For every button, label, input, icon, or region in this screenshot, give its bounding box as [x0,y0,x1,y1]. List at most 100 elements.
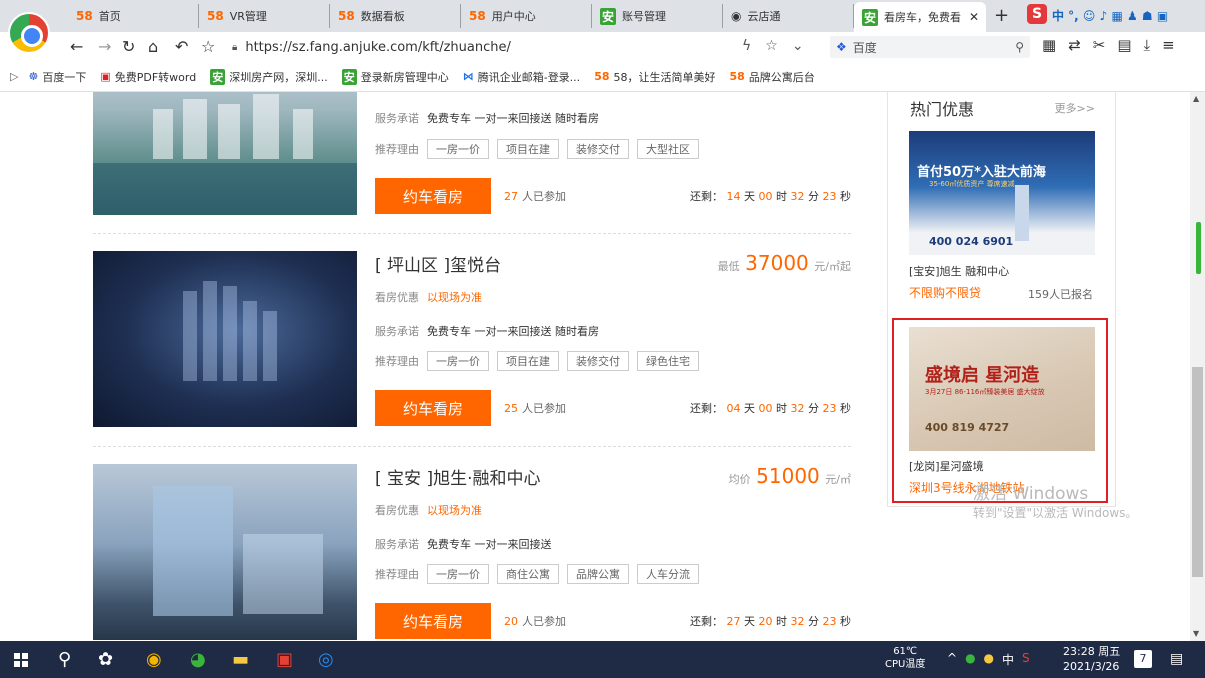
back-icon[interactable]: ← [70,37,83,56]
grid-icon[interactable]: ▦ [1042,36,1056,54]
app-icon[interactable]: ✿ [98,649,113,670]
property-image[interactable] [93,251,357,427]
browser-logo-icon[interactable] [8,12,50,54]
minute-unit: 分 [808,190,819,203]
bookmark-pdf[interactable]: ▣ 免费PDF转word [100,69,196,85]
action-center-icon[interactable]: ▤ [1170,651,1183,667]
scissors-icon[interactable]: ✂ [1093,36,1106,54]
bookmark-newhouse[interactable]: 安 登录新房管理中心 [341,68,449,85]
cpu-temperature: 61℃ CPU温度 [885,645,925,671]
extension-icons[interactable]: 中 °, ☺ ♪ ▦ ♟ ☗ ▣ [1052,7,1168,24]
tab-vr[interactable]: 58 VR管理 [199,4,330,28]
search-icon[interactable]: ⚲ [58,649,71,670]
forward-icon[interactable]: → [98,37,111,56]
reason-label: 推荐理由 [375,568,419,581]
remain-label: 还剩： [690,615,723,628]
pdf-icon[interactable]: ▤ [1117,36,1131,54]
bookmark-star-icon[interactable]: ☆ [765,38,778,54]
lock-icon: 🔒︎ [232,41,238,53]
book-car-button[interactable]: 约车看房 [375,178,491,214]
listing-title[interactable]: [ 宝安 ]旭生·融和中心 [375,464,540,489]
wechat-icon[interactable]: ◕ [190,649,206,670]
tab-accounts[interactable]: 安 账号管理 [592,4,723,28]
chevron-down-icon[interactable]: ⌄ [792,38,804,54]
notification-badge[interactable]: 7 [1134,650,1152,668]
days-value: 14 [726,190,741,203]
activate-windows-hint: 转到"设置"以激活 Windows。 [973,506,1138,520]
bookmark-tencent-mail[interactable]: ⋈ 腾讯企业邮箱-登录... [463,69,580,85]
tab-dashboard[interactable]: 58 数据看板 [330,4,461,28]
property-image[interactable] [93,92,357,215]
tencent-mail-icon: ⋈ [462,70,474,83]
seconds-value: 23 [822,190,837,203]
tab-user-center[interactable]: 58 用户中心 [461,4,592,28]
lightning-icon[interactable]: ϟ [742,38,751,54]
menu-icon[interactable]: ≡ [1162,36,1175,54]
listing-title[interactable]: [ 坪山区 ]玺悦台 [375,251,501,276]
property-image[interactable] [93,464,357,640]
address-bar[interactable]: 🔒︎ https://sz.fang.anjuke.com/kft/zhuanc… [232,36,822,58]
minutes-value: 32 [790,615,805,628]
bookmark-58[interactable]: 58 58，让生活简单美好 [594,69,715,85]
bookmark-szfang[interactable]: 安 深圳房产网，深圳... [210,68,328,85]
bookmark-label: 深圳房产网，深圳... [229,70,328,84]
bookmark-apartment[interactable]: 58 品牌公寓后台 [730,69,815,85]
book-car-button[interactable]: 约车看房 [375,603,491,639]
discount-text: 以现场为准 [427,291,482,304]
more-link[interactable]: 更多>> [1055,100,1095,116]
ime-indicator[interactable]: 中 [1002,651,1014,668]
translate-icon[interactable]: ⇄ [1068,36,1081,54]
scroll-up-icon[interactable]: ▲ [1193,94,1199,103]
ad-banner-ronghe[interactable]: 首付50万*入驻大前海 35-60㎡优质资产 尊席速减 400 024 6901 [909,131,1095,255]
tab-label: 云店通 [747,10,781,23]
price: 最低 37000 元/㎡起 [718,251,851,275]
undo-icon[interactable]: ↶ [175,37,188,56]
bookmarks-toggle-icon[interactable]: ▷ [10,70,18,83]
discount-label: 看房优惠 [375,504,419,517]
star-icon[interactable]: ☆ [201,37,215,56]
start-icon[interactable] [14,653,28,667]
price-prefix: 最低 [717,260,740,273]
joined-text: 人已参加 [522,190,566,203]
sogou-icon[interactable]: ◎ [318,649,334,670]
anjuke-icon: 安 [341,68,357,85]
tab-label: 首页 [98,10,121,23]
second-unit: 秒 [840,190,851,203]
joined-number: 27 [504,190,518,203]
browser-icon[interactable]: ◉ [146,649,162,670]
new-tab-button[interactable]: + [994,5,1009,26]
folder-icon[interactable]: ▬ [232,649,249,670]
bookmark-baidu[interactable]: ☸ 百度一下 [28,69,86,85]
pdf-icon: ▣ [100,70,111,83]
chevron-up-icon[interactable]: ^ [947,651,957,668]
sogou-icon[interactable]: S [1027,4,1047,24]
download-icon[interactable]: ⤓ [1144,36,1151,54]
book-car-button[interactable]: 约车看房 [375,390,491,426]
reload-icon[interactable]: ↻ [122,37,135,56]
minute-unit: 分 [808,402,819,415]
side-tool-handle[interactable] [1196,222,1201,274]
shield-icon: ◉ [731,9,742,23]
deal-name[interactable]: [宝安]旭生 融和中心 [909,263,1009,279]
bookmark-label: 百度一下 [42,70,87,84]
scroll-down-icon[interactable]: ▼ [1193,629,1199,638]
hours-value: 20 [758,615,773,628]
tray-app-icon[interactable]: ● [984,651,994,668]
scrollbar-thumb[interactable] [1192,367,1203,577]
search-icon[interactable]: ⚲ [1015,40,1024,54]
close-icon[interactable]: ✕ [969,10,979,24]
home-icon[interactable]: ⌂ [148,37,158,56]
scrollbar[interactable]: ▲ ▼ [1190,92,1205,641]
tab-active-kanfangche[interactable]: 安 看房车，免费看 ✕ [854,2,986,32]
tab-label: VR管理 [229,10,267,23]
deal-promo[interactable]: 不限购不限贷 [909,284,981,301]
wechat-tray-icon[interactable]: ● [965,651,975,668]
clock[interactable]: 23:28 周五 2021/3/26 [1063,644,1120,674]
search-input[interactable]: ❖ 百度 ⚲ [830,36,1030,58]
office-icon[interactable]: ▣ [276,649,293,670]
hour-unit: 时 [776,615,787,628]
service-row: 服务承诺 免费专车 一对一来回接送 [375,536,552,552]
tab-yundiantong[interactable]: ◉ 云店通 [723,4,854,28]
tab-home[interactable]: 58 首页 [68,4,199,28]
sogou-tray-icon[interactable]: S [1022,651,1030,668]
